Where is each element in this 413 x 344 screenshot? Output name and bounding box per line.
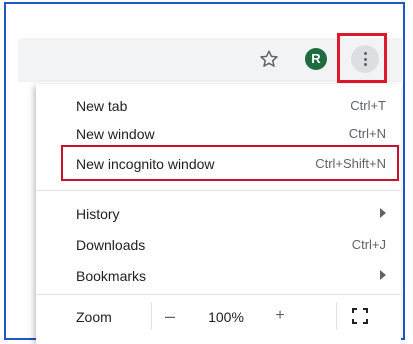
zoom-in-button[interactable]: + (268, 304, 292, 328)
menu-item-shortcut: Ctrl+J (351, 237, 386, 252)
zoom-row: Zoom – 100% + (36, 296, 401, 336)
menu-item-label: New window (76, 126, 155, 142)
zoom-level: 100% (208, 309, 244, 325)
menu-item-bookmarks[interactable]: Bookmarks (36, 260, 396, 292)
menu-item-shortcut: Ctrl+N (348, 126, 386, 141)
zoom-divider (336, 302, 337, 330)
fullscreen-icon[interactable] (351, 307, 369, 325)
menu-item-label: Bookmarks (76, 268, 147, 284)
menu-item-history[interactable]: History (36, 198, 396, 230)
zoom-label: Zoom (76, 309, 112, 325)
menu-divider (36, 190, 401, 191)
profile-avatar[interactable]: R (305, 48, 327, 70)
menu-item-label: History (76, 206, 120, 222)
kebab-highlight-box (337, 33, 387, 83)
chevron-right-icon (380, 208, 386, 218)
menu-item-label: New tab (76, 98, 128, 114)
menu-item-downloads[interactable]: Downloads Ctrl+J (36, 229, 396, 261)
chevron-right-icon (380, 270, 386, 280)
zoom-out-button[interactable]: – (158, 304, 182, 328)
incognito-highlight-box (61, 145, 399, 181)
menu-divider (36, 294, 401, 295)
chrome-menu: New tab Ctrl+T New window Ctrl+N New inc… (36, 84, 401, 344)
menu-item-shortcut: Ctrl+T (350, 98, 386, 113)
menu-item-label: Downloads (76, 237, 146, 253)
star-icon[interactable] (258, 48, 280, 70)
